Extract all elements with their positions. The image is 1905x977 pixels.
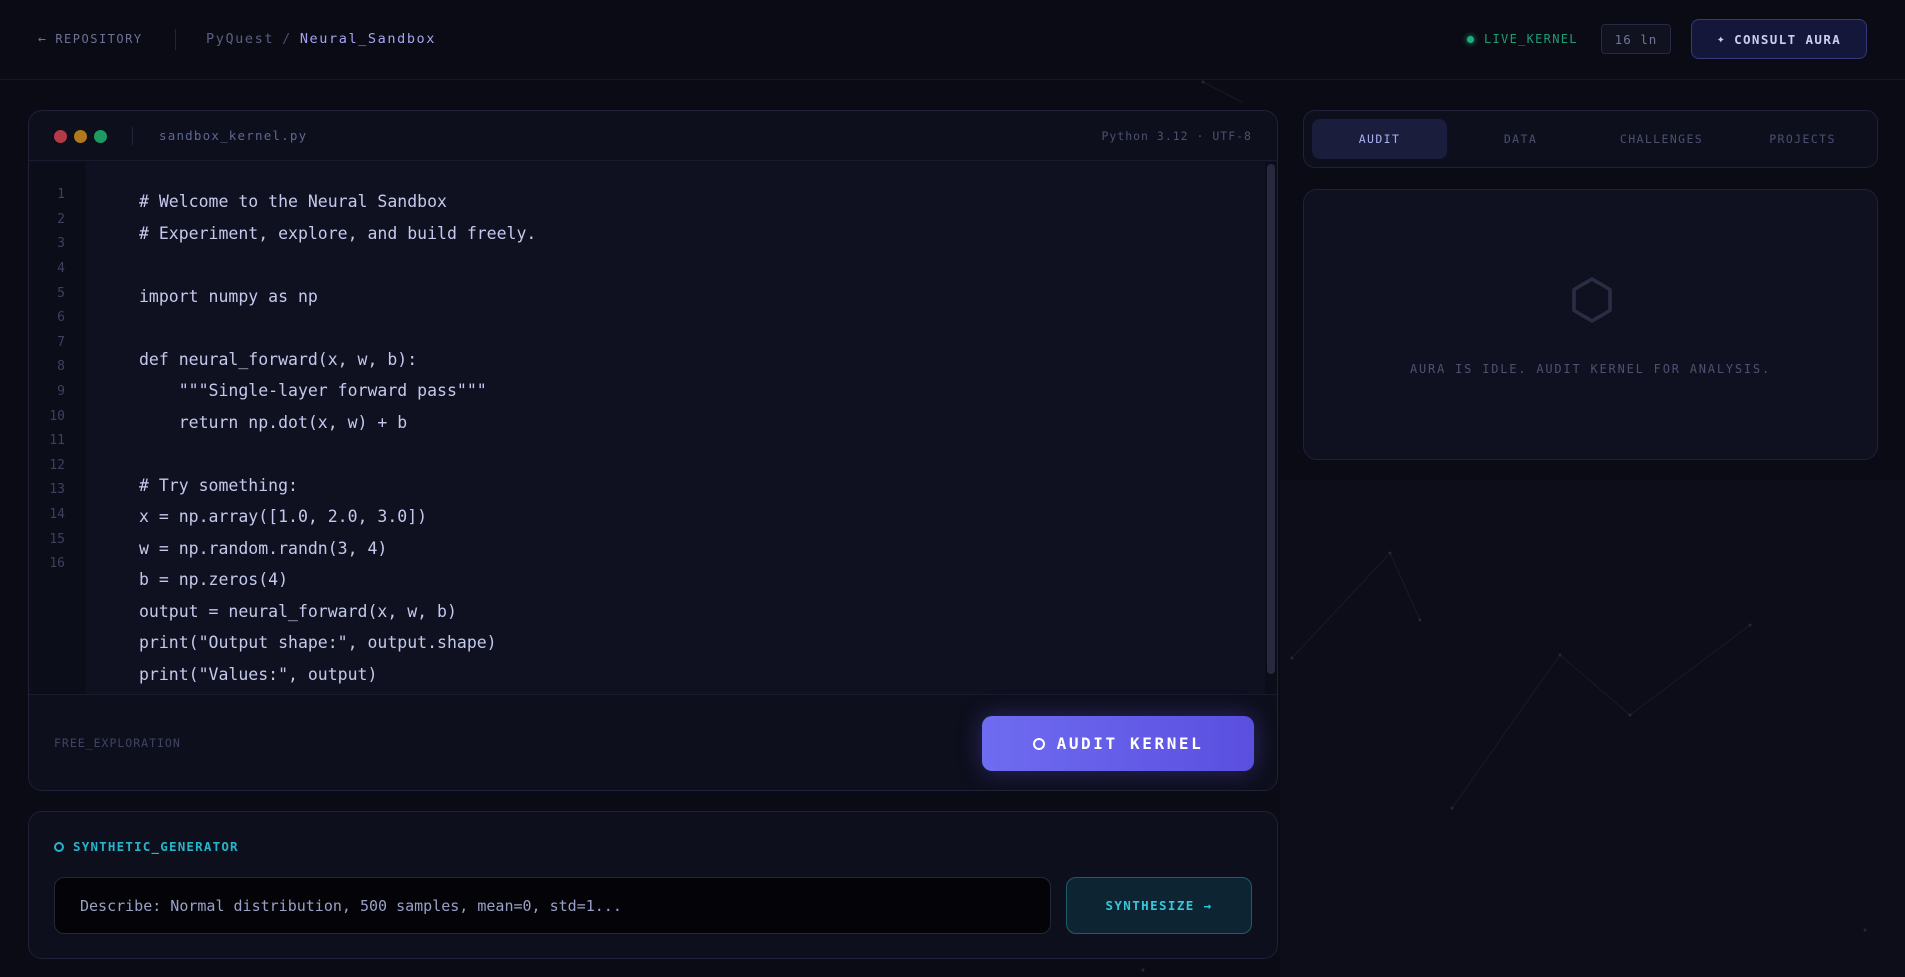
tab-challenges[interactable]: CHALLENGES (1594, 119, 1729, 159)
editor-scrollbar[interactable] (1265, 162, 1277, 694)
line-number: 2 (57, 212, 65, 227)
line-number: 6 (57, 310, 65, 325)
header-divider (175, 29, 176, 50)
line-number: 8 (57, 359, 65, 374)
code-line: output = neural_forward(x, w, b) (139, 602, 457, 621)
code-line: x = np.array([1.0, 2.0, 3.0]) (139, 507, 428, 526)
line-number: 1 (57, 187, 65, 202)
status-dot-icon (1467, 35, 1474, 43)
code-line: w = np.random.randn(3, 4) (139, 539, 388, 558)
kernel-status: LIVE_KERNEL (1467, 30, 1578, 48)
consult-aura-button[interactable]: ✦ CONSULT AURA (1691, 19, 1867, 59)
line-number: 13 (49, 482, 65, 497)
synthetic-generator-panel: SYNTHETIC_GENERATOR SYNTHESIZE → (28, 811, 1278, 959)
aura-idle-message: AURA IS IDLE. AUDIT KERNEL FOR ANALYSIS. (1410, 362, 1771, 376)
circle-icon (54, 841, 64, 852)
code-editor-panel: sandbox_kernel.py Python 3.12 · UTF-8 1 … (28, 110, 1278, 791)
window-controls (54, 130, 107, 143)
breadcrumb-separator: / (282, 31, 292, 47)
code-line: # Experiment, explore, and build freely. (139, 224, 537, 243)
editor-title-bar: sandbox_kernel.py Python 3.12 · UTF-8 (29, 111, 1277, 161)
line-number: 15 (49, 532, 65, 547)
tab-projects[interactable]: PROJECTS (1735, 119, 1870, 159)
tab-audit[interactable]: AUDIT (1312, 119, 1447, 159)
synthetic-generator-title: SYNTHETIC_GENERATOR (54, 839, 239, 854)
line-number: 14 (49, 507, 65, 522)
runtime-info: Python 3.12 · UTF-8 (1101, 129, 1252, 143)
sparkle-icon: ✦ (1716, 31, 1727, 47)
line-number: 11 (49, 433, 65, 448)
scrollbar-thumb[interactable] (1267, 164, 1275, 674)
code-line: import numpy as np (139, 287, 318, 306)
editor-filename: sandbox_kernel.py (159, 128, 308, 143)
aura-status-card: AURA IS IDLE. AUDIT KERNEL FOR ANALYSIS. (1303, 189, 1878, 460)
circle-icon (1032, 737, 1045, 750)
synthesis-prompt-input[interactable] (54, 877, 1051, 934)
hexagon-icon (1572, 277, 1612, 323)
analysis-tabs: AUDIT DATA CHALLENGES PROJECTS (1303, 110, 1878, 168)
minimize-dot-icon (74, 130, 87, 143)
consult-aura-label: CONSULT AURA (1734, 31, 1842, 47)
kernel-status-label: LIVE_KERNEL (1484, 32, 1578, 46)
breadcrumb-root[interactable]: PyQuest (206, 31, 274, 47)
back-to-repository-link[interactable]: ← REPOSITORY (38, 30, 143, 48)
breadcrumb: PyQuest / Neural_Sandbox (206, 30, 436, 48)
code-line: """Single-layer forward pass""" (139, 381, 487, 400)
line-number-gutter: 1 2 3 4 5 6 7 8 9 10 11 12 13 14 15 16 (29, 162, 86, 694)
maximize-dot-icon (94, 130, 107, 143)
title-bar-divider (132, 127, 133, 145)
audit-kernel-label: AUDIT KERNEL (1056, 734, 1204, 753)
line-number: 10 (49, 409, 65, 424)
line-number: 16 (49, 556, 65, 571)
code-line: # Welcome to the Neural Sandbox (139, 192, 447, 211)
synthetic-generator-label: SYNTHETIC_GENERATOR (73, 839, 239, 854)
line-count-badge: 16 ln (1601, 24, 1671, 54)
code-line: return np.dot(x, w) + b (139, 413, 408, 432)
code-textarea[interactable]: # Welcome to the Neural Sandbox # Experi… (86, 162, 1274, 694)
code-line: b = np.zeros(4) (139, 570, 289, 589)
back-link-label: REPOSITORY (55, 32, 143, 46)
arrow-left-icon: ← (38, 31, 48, 47)
line-number: 12 (49, 458, 65, 473)
top-header: ← REPOSITORY PyQuest / Neural_Sandbox LI… (0, 0, 1905, 80)
tab-data[interactable]: DATA (1453, 119, 1588, 159)
code-line: print("Output shape:", output.shape) (139, 633, 497, 652)
line-number: 5 (57, 286, 65, 301)
audit-kernel-button[interactable]: AUDIT KERNEL (982, 716, 1254, 771)
close-dot-icon (54, 130, 67, 143)
code-line: def neural_forward(x, w, b): (139, 350, 418, 369)
line-number: 9 (57, 384, 65, 399)
line-number: 4 (57, 261, 65, 276)
editor-footer: FREE_EXPLORATION AUDIT KERNEL (29, 694, 1277, 790)
mode-label: FREE_EXPLORATION (54, 736, 181, 750)
line-number: 3 (57, 236, 65, 251)
code-line: print("Values:", output) (139, 665, 378, 684)
synthesize-button[interactable]: SYNTHESIZE → (1066, 877, 1252, 934)
code-line: # Try something: (139, 476, 298, 495)
breadcrumb-current: Neural_Sandbox (299, 31, 437, 47)
line-number: 7 (57, 335, 65, 350)
